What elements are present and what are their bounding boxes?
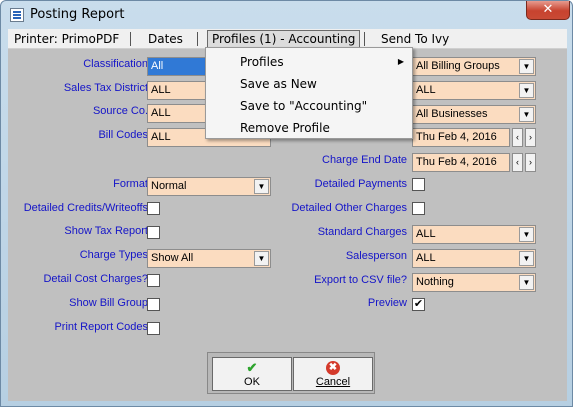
print-report-codes-checkbox[interactable] (147, 322, 160, 335)
classification-label: Classification (83, 58, 148, 70)
sales-tax-district-select[interactable]: ALL (147, 81, 209, 100)
chevron-down-icon[interactable]: ▼ (519, 59, 534, 74)
detailed-payments-label: Detailed Payments (314, 178, 407, 190)
chevron-down-icon[interactable]: ▼ (519, 227, 534, 242)
chevron-down-icon[interactable]: ▼ (254, 251, 269, 266)
menu-profiles[interactable]: Profiles (1) - Accounting (207, 30, 361, 48)
standard-charges-label: Standard Charges (317, 226, 407, 238)
detailed-credits-label: Detailed Credits/Writeoffs (23, 202, 148, 214)
start-date-field[interactable]: Thu Feb 4, 2016 (412, 128, 510, 147)
source-co-select[interactable]: ALL (147, 104, 209, 123)
cancel-label: Cancel (315, 376, 351, 388)
chevron-down-icon[interactable]: ▼ (519, 251, 534, 266)
source-co-label: Source Co. (92, 105, 148, 117)
menu-printer[interactable]: Printer: PrimoPDF (14, 29, 119, 49)
salesperson-label: Salesperson (345, 250, 407, 262)
close-button[interactable]: ✕ (526, 1, 570, 20)
export-csv-label: Export to CSV file? (314, 274, 407, 286)
detailed-credits-checkbox[interactable] (147, 202, 160, 215)
menu-separator (130, 32, 131, 46)
profiles-menu: Profiles ▶ Save as New Save to "Accounti… (205, 47, 413, 139)
chevron-down-icon[interactable]: ▼ (519, 107, 534, 122)
app-icon (10, 8, 24, 22)
sales-tax-district-label: Sales Tax District (63, 82, 148, 94)
menu-item-remove-profile[interactable]: Remove Profile (206, 117, 412, 139)
format-label: Format (113, 178, 148, 190)
preview-label: Preview (367, 297, 407, 309)
chevron-down-icon[interactable]: ▼ (519, 83, 534, 98)
date-prev-icon[interactable]: ‹ (512, 153, 523, 172)
posting-report-window: Posting Report ✕ Printer: PrimoPDF Dates… (0, 0, 573, 407)
menu-bar: Printer: PrimoPDF Dates Profiles (1) - A… (8, 29, 567, 49)
window-title: Posting Report (30, 7, 125, 22)
menu-separator (197, 32, 198, 46)
date-prev-icon[interactable]: ‹ (512, 128, 523, 147)
show-bill-group-checkbox[interactable] (147, 298, 160, 311)
detailed-other-charges-checkbox[interactable] (412, 202, 425, 215)
menu-item-profiles[interactable]: Profiles ▶ (206, 51, 412, 73)
export-csv-select[interactable]: Nothing ▼ (412, 273, 536, 292)
bill-codes-label: Bill Codes (98, 129, 148, 141)
detail-cost-charges-label: Detail Cost Charges? (43, 273, 148, 285)
businesses-select[interactable]: All Businesses ▼ (412, 105, 536, 124)
chevron-down-icon[interactable]: ▼ (254, 179, 269, 194)
standard-charges-select[interactable]: ALL ▼ (412, 225, 536, 244)
chevron-down-icon[interactable]: ▼ (519, 275, 534, 290)
charge-end-date-field[interactable]: Thu Feb 4, 2016 (412, 153, 510, 172)
show-tax-report-label: Show Tax Report (64, 225, 148, 237)
preview-checkbox[interactable]: ✔ (412, 298, 425, 311)
cancel-button[interactable]: ✖ Cancel (293, 357, 373, 391)
salesperson-select[interactable]: ALL ▼ (412, 249, 536, 268)
detail-cost-charges-checkbox[interactable] (147, 274, 160, 287)
menu-item-save-to-profile[interactable]: Save to "Accounting" (206, 95, 412, 117)
date-next-icon[interactable]: › (525, 153, 536, 172)
detailed-payments-checkbox[interactable] (412, 178, 425, 191)
charge-end-date-label: Charge End Date (322, 154, 407, 166)
billing-groups-select[interactable]: All Billing Groups ▼ (412, 57, 536, 76)
button-panel: ✔ OK ✖ Cancel (207, 352, 375, 394)
menu-item-save-as-new[interactable]: Save as New (206, 73, 412, 95)
show-bill-group-label: Show Bill Group (69, 297, 148, 309)
print-report-codes-label: Print Report Codes (54, 321, 148, 333)
checkmark-icon: ✔ (246, 360, 258, 375)
cancel-icon: ✖ (326, 361, 340, 375)
classification-select[interactable]: All (147, 57, 209, 76)
menu-separator (364, 32, 365, 46)
ok-label: OK (244, 376, 260, 388)
all-select[interactable]: ALL ▼ (412, 81, 536, 100)
charge-types-label: Charge Types (79, 249, 148, 261)
ok-button[interactable]: ✔ OK (212, 357, 292, 391)
submenu-arrow-icon: ▶ (397, 57, 404, 66)
date-next-icon[interactable]: › (525, 128, 536, 147)
menu-dates[interactable]: Dates (148, 29, 183, 49)
menu-send-to-ivy[interactable]: Send To Ivy (381, 29, 449, 49)
format-select[interactable]: Normal ▼ (147, 177, 271, 196)
show-tax-report-checkbox[interactable] (147, 226, 160, 239)
title-bar: Posting Report ✕ (1, 1, 572, 29)
charge-types-select[interactable]: Show All ▼ (147, 249, 271, 268)
detailed-other-charges-label: Detailed Other Charges (291, 202, 407, 214)
